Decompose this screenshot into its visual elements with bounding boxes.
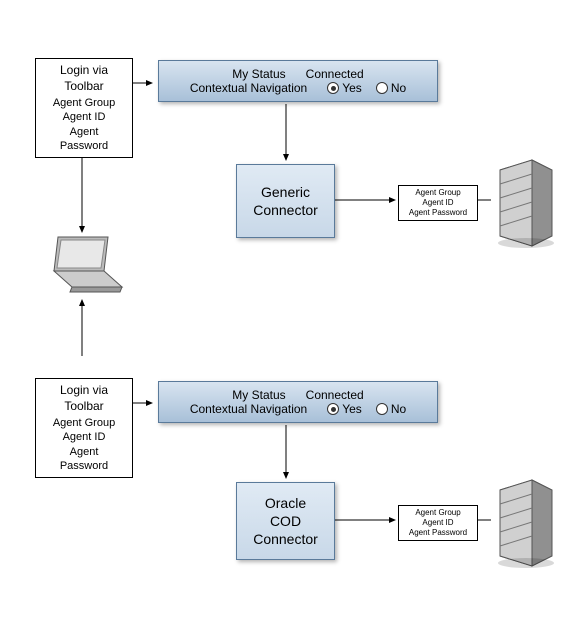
status-bar-2: My Status Connected Contextual Navigatio… <box>158 381 438 423</box>
login-field: Agent ID <box>44 110 124 124</box>
login-field: Agent Password <box>44 125 124 154</box>
radio-no[interactable]: No <box>376 402 406 416</box>
login-field: Agent Password <box>44 445 124 474</box>
generic-connector: GenericConnector <box>236 164 335 238</box>
nav-label: Contextual Navigation <box>190 81 307 95</box>
nav-label: Contextual Navigation <box>190 402 307 416</box>
login-box-1: Login via Toolbar Agent Group Agent ID A… <box>35 58 133 158</box>
connected-label: Connected <box>306 67 364 81</box>
connected-label: Connected <box>306 388 364 402</box>
login-field: Agent ID <box>44 430 124 444</box>
radio-group: Yes No <box>327 81 406 95</box>
laptop-icon <box>36 235 126 304</box>
server-icon <box>490 478 562 575</box>
status-bar-1: My Status Connected Contextual Navigatio… <box>158 60 438 102</box>
login-title: Login via Toolbar <box>44 383 124 414</box>
oracle-cod-connector: OracleCODConnector <box>236 482 335 560</box>
radio-group: Yes No <box>327 402 406 416</box>
status-label: My Status <box>232 388 285 402</box>
radio-yes[interactable]: Yes <box>327 402 362 416</box>
login-box-2: Login via Toolbar Agent Group Agent ID A… <box>35 378 133 478</box>
login-field: Agent Group <box>44 96 124 110</box>
radio-no[interactable]: No <box>376 81 406 95</box>
login-title: Login via Toolbar <box>44 63 124 94</box>
cred-box-1: Agent GroupAgent IDAgent Password <box>398 185 478 221</box>
server-icon <box>490 158 562 255</box>
login-field: Agent Group <box>44 416 124 430</box>
cred-box-2: Agent GroupAgent IDAgent Password <box>398 505 478 541</box>
status-label: My Status <box>232 67 285 81</box>
radio-yes[interactable]: Yes <box>327 81 362 95</box>
